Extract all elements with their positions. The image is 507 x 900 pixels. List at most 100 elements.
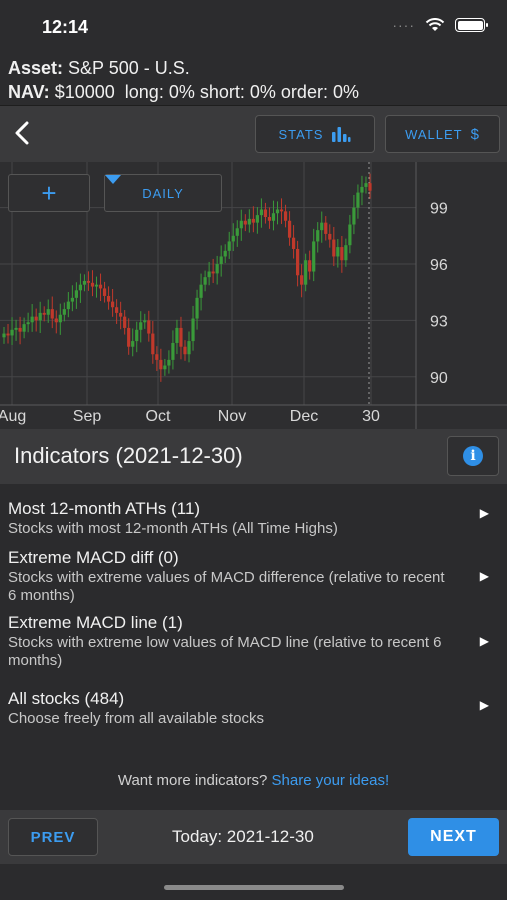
long-value: long: 0% — [124, 82, 195, 102]
stats-button[interactable]: STATS — [255, 115, 375, 153]
candle-body — [62, 309, 66, 315]
candle-body — [115, 307, 119, 313]
candle-body — [279, 209, 284, 212]
share-ideas-link[interactable]: Share your ideas! — [272, 772, 390, 789]
bar-chart-icon — [332, 127, 351, 142]
candle-body — [271, 213, 276, 221]
item-title: Extreme MACD diff (0) — [8, 548, 179, 567]
info-button[interactable]: i — [447, 436, 499, 476]
add-indicator-button[interactable]: + — [8, 174, 90, 212]
period-label: DAILY — [142, 185, 184, 201]
candle-body — [231, 235, 235, 242]
stats-label: STATS — [278, 126, 324, 142]
chevron-right-icon: ▶ — [479, 698, 489, 712]
info-icon: i — [463, 446, 483, 466]
list-item[interactable]: Most 12-month ATHs (11) Stocks with most… — [0, 496, 507, 542]
candle-body — [368, 183, 372, 191]
candle-body — [147, 320, 151, 334]
candle-body — [344, 245, 348, 261]
candle-body — [14, 327, 18, 330]
candle-body — [123, 316, 127, 328]
prev-button[interactable]: PREV — [8, 818, 98, 856]
candle-body — [22, 324, 26, 332]
candle-body — [94, 284, 99, 287]
next-button[interactable]: NEXT — [408, 818, 499, 856]
candle-body — [296, 248, 300, 276]
candle-body — [364, 183, 368, 187]
list-item[interactable]: Extreme MACD diff (0) Stocks with extrem… — [0, 545, 507, 605]
candle-body — [360, 186, 364, 193]
candle-body — [259, 209, 264, 216]
item-title: All stocks (484) — [8, 689, 125, 708]
candle-body — [223, 250, 227, 257]
wifi-icon — [425, 18, 445, 31]
candle-body — [131, 341, 135, 347]
candle-body — [70, 297, 74, 302]
today-date: Today: 2021-12-30 — [172, 827, 314, 846]
asset-value: S&P 500 - U.S. — [68, 58, 190, 78]
candle-body — [356, 192, 360, 208]
candle-body — [328, 233, 332, 240]
candle-body — [26, 322, 30, 325]
candle-body — [119, 312, 123, 317]
candle-body — [263, 209, 268, 217]
indicators-title: Indicators (2021-12-30) — [14, 443, 243, 468]
item-desc: Choose freely from all available stocks — [8, 710, 264, 727]
candle-body — [312, 241, 316, 272]
x-tick-label: Nov — [218, 408, 246, 425]
candle-body — [183, 346, 187, 355]
candle-body — [340, 247, 344, 261]
candle-body — [155, 354, 159, 360]
home-indicator[interactable] — [164, 885, 344, 890]
candle-body — [267, 217, 272, 221]
candle-body — [74, 290, 78, 298]
item-title: Most 12-month ATHs (11) — [8, 499, 201, 518]
candle-body — [159, 359, 163, 370]
chevron-right-icon: ▶ — [479, 506, 489, 520]
candle-body — [291, 237, 296, 249]
candle-body — [110, 301, 115, 308]
home-area — [0, 864, 507, 900]
candle-body — [235, 228, 239, 236]
candle-body — [98, 284, 103, 289]
candle-body — [82, 280, 87, 285]
candle-body — [332, 239, 336, 257]
signal-dots-icon: ···· — [392, 17, 415, 33]
candle-body — [50, 309, 54, 319]
candle-body — [42, 312, 46, 315]
item-desc: Stocks with most 12-month ATHs (All Time… — [8, 520, 338, 537]
chevron-right-icon: ▶ — [479, 634, 489, 648]
asset-label: Asset: — [8, 58, 64, 78]
list-item[interactable]: Extreme MACD line (1) Stocks with extrem… — [0, 610, 507, 670]
back-chevron-icon[interactable] — [10, 118, 36, 148]
candle-body — [348, 224, 352, 246]
candle-body — [10, 329, 14, 336]
candle-body — [207, 271, 211, 278]
candle-body — [324, 222, 328, 234]
candle-body — [215, 264, 219, 274]
candle-body — [251, 218, 255, 223]
feedback-prompt: Want more indicators? Share your ideas! — [0, 772, 507, 789]
wallet-button[interactable]: WALLET $ — [385, 115, 500, 153]
status-bar: 12:14 ···· — [0, 0, 507, 50]
feedback-text: Want more indicators? — [117, 772, 268, 789]
candle-body — [102, 288, 107, 296]
list-item[interactable]: All stocks (484) Choose freely from all … — [0, 686, 507, 732]
candle-body — [34, 316, 38, 321]
candle-body — [336, 247, 340, 257]
portfolio-info: Asset: S&P 500 - U.S. NAV: $10000 long: … — [0, 50, 507, 105]
candle-body — [90, 282, 95, 287]
x-tick-label: Sep — [73, 408, 102, 425]
price-chart[interactable]: 90 93 96 99 Aug Sep Oct Nov Dec 30 + DAILY — [0, 162, 507, 429]
candle-body — [54, 318, 58, 323]
bottom-bar: PREV Today: 2021-12-30 NEXT — [0, 810, 507, 864]
candle-body — [106, 295, 111, 302]
candle-body — [219, 256, 223, 264]
candle-body — [66, 301, 70, 310]
x-tick-label: Dec — [290, 408, 318, 425]
candle-body — [38, 312, 42, 321]
candle-body — [211, 271, 215, 274]
period-dropdown[interactable]: DAILY — [104, 174, 222, 212]
chevron-right-icon: ▶ — [479, 569, 489, 583]
nav-label: NAV: — [8, 82, 50, 102]
